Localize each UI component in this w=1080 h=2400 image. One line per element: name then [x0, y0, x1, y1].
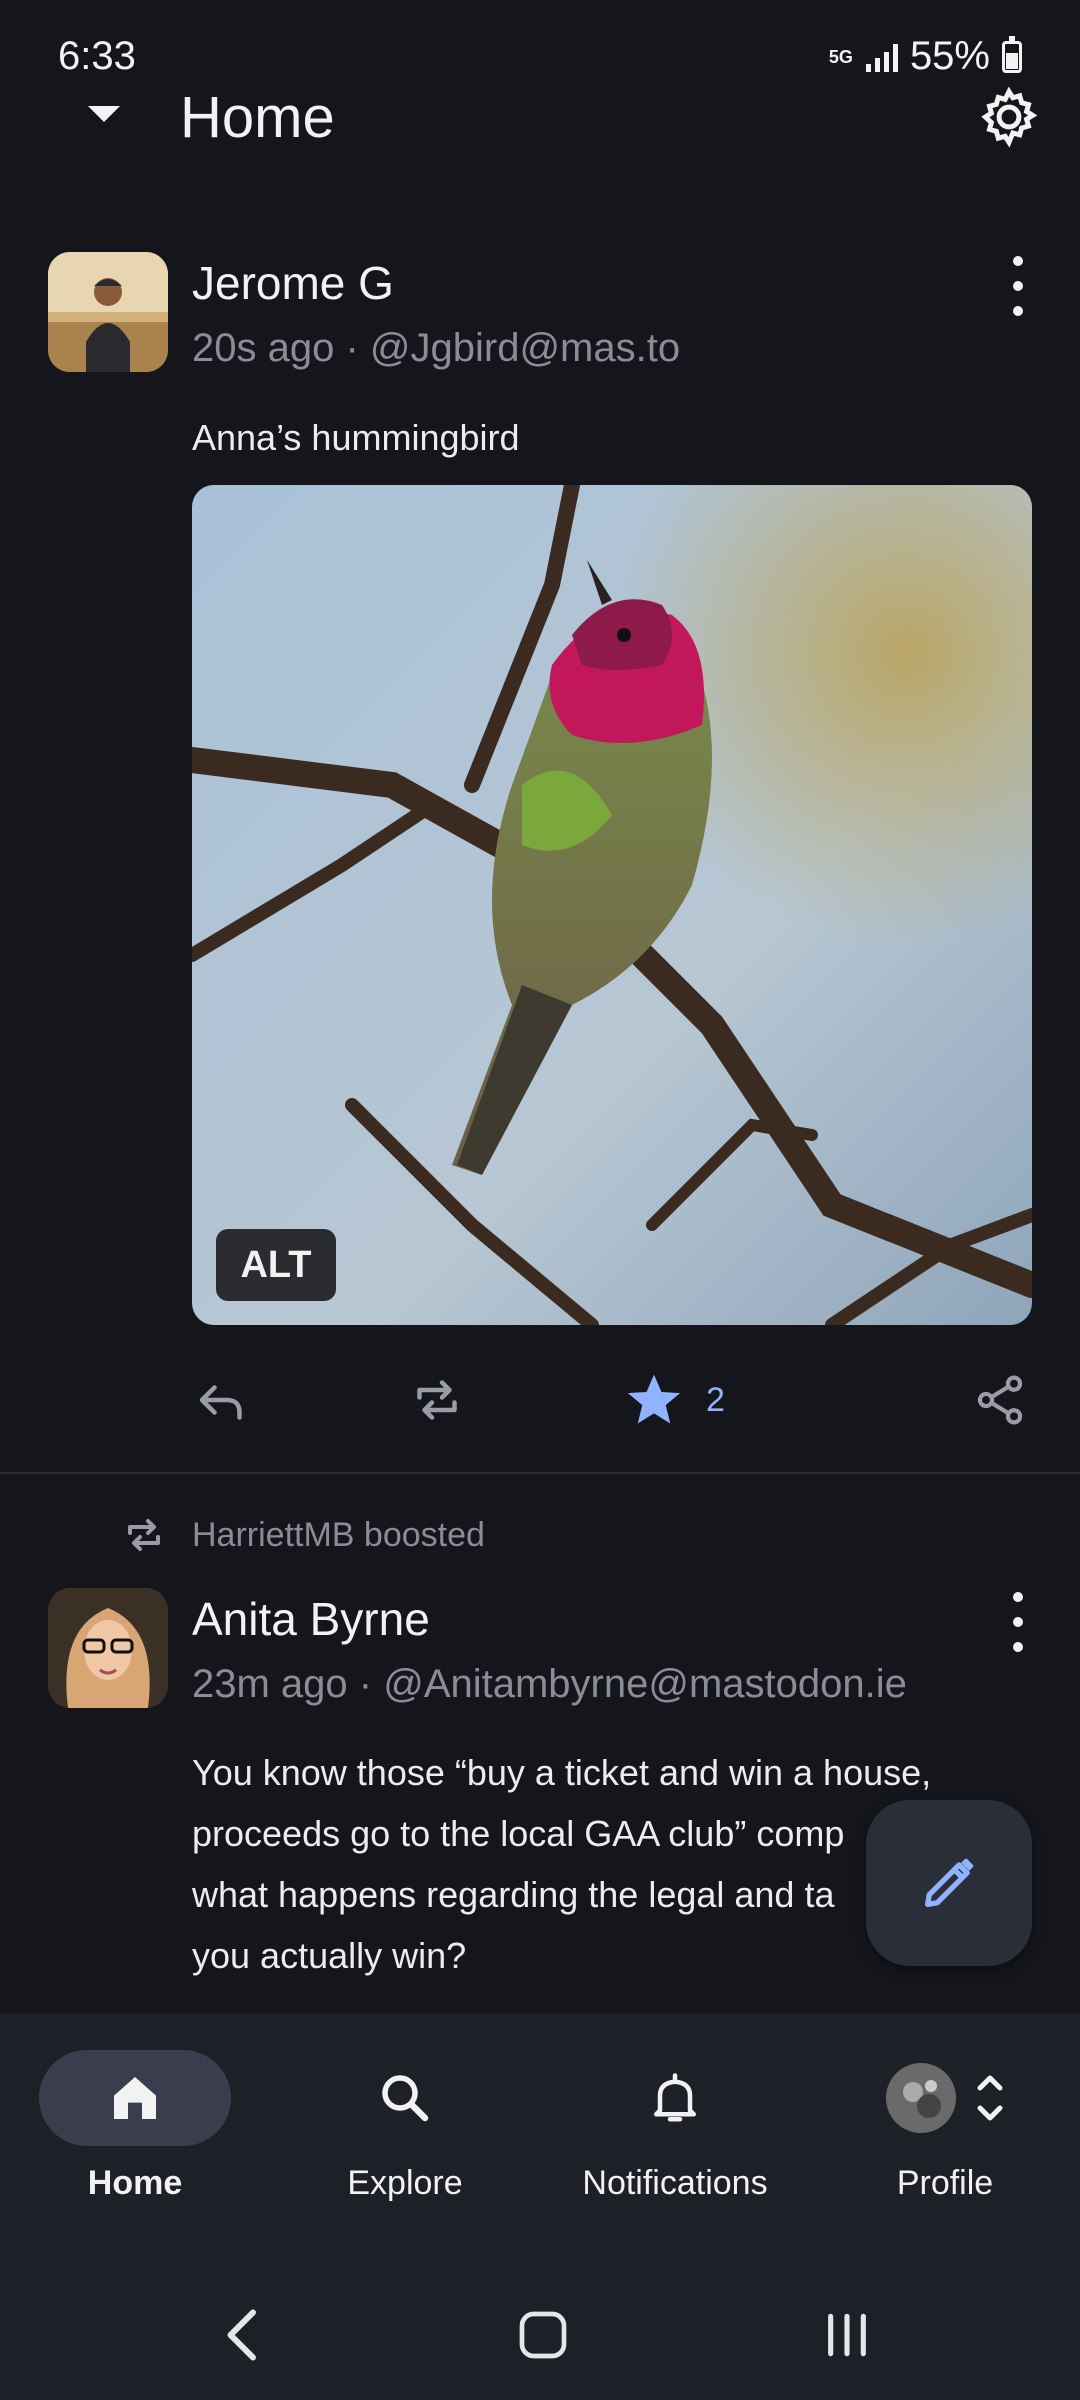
reply-button[interactable]	[192, 1370, 252, 1430]
back-icon	[227, 2309, 256, 2361]
compose-button[interactable]	[866, 1800, 1032, 1966]
post-meta: 23m ago · @Anitambyrne@mastodon.ie	[192, 1662, 907, 1706]
nav-active-indicator	[39, 2050, 231, 2146]
home-icon	[114, 2077, 156, 2119]
nav-item-home[interactable]: Home	[0, 2050, 270, 2240]
nav-icon-container	[849, 2050, 1041, 2146]
post-actions: 2	[192, 1360, 1032, 1440]
nav-item-notifications[interactable]: Notifications	[540, 2050, 810, 2240]
boosted-by-label[interactable]: HarriettMB boosted	[192, 1516, 485, 1555]
nav-item-explore[interactable]: Explore	[270, 2050, 540, 2240]
share-button[interactable]	[972, 1370, 1028, 1430]
nav-label: Notifications	[582, 2164, 768, 2202]
share-icon	[977, 1375, 1023, 1425]
author-name[interactable]: Anita Byrne	[192, 1592, 430, 1646]
home-square-icon	[519, 2311, 567, 2359]
avatar	[886, 2063, 956, 2133]
author-name[interactable]: Jerome G	[192, 256, 394, 310]
nav-label: Profile	[896, 2164, 994, 2202]
account-switch-icon	[977, 2075, 1003, 2121]
post-meta: 20s ago · @Jgbird@mas.to	[192, 326, 681, 370]
nav-label: Home	[87, 2164, 183, 2202]
post-divider	[0, 1472, 1080, 1474]
back-button[interactable]	[208, 2300, 278, 2370]
boost-icon	[417, 1380, 457, 1420]
post-image[interactable]: ALT	[192, 485, 1032, 1325]
avatar[interactable]	[48, 1588, 168, 1708]
favourite-button[interactable]: 2	[622, 1370, 725, 1430]
post-card[interactable]: Jerome G 20s ago · @Jgbird@mas.to Anna’s…	[0, 0, 1080, 1470]
nav-label: Explore	[347, 2164, 463, 2202]
recents-button[interactable]	[812, 2300, 882, 2370]
bottom-navigation: Home Explore Notifications Profile	[0, 2014, 1080, 2270]
avatar[interactable]	[48, 252, 168, 372]
home-system-button[interactable]	[508, 2300, 578, 2370]
nav-item-profile[interactable]: Profile	[810, 2050, 1080, 2240]
boost-icon	[128, 1519, 160, 1551]
star-icon	[627, 1374, 681, 1424]
nav-icon-container	[309, 2050, 501, 2146]
post-text-line: You know those “buy a ticket and win a h…	[192, 1752, 932, 1793]
favourite-count: 2	[706, 1380, 725, 1419]
more-options-icon[interactable]	[1008, 256, 1028, 316]
nav-icon-container	[579, 2050, 771, 2146]
post-text: Anna’s hummingbird	[192, 417, 520, 458]
reply-icon	[199, 1385, 242, 1420]
alt-text-badge[interactable]: ALT	[216, 1229, 336, 1301]
search-icon	[382, 2075, 429, 2122]
recents-icon	[828, 2313, 866, 2357]
system-navigation-bar	[0, 2270, 1080, 2400]
boost-button[interactable]	[407, 1370, 467, 1430]
boosted-indicator	[120, 1510, 168, 1560]
bell-icon	[654, 2073, 696, 2122]
pencil-icon	[925, 1858, 974, 1907]
more-options-icon[interactable]	[1008, 1592, 1028, 1652]
